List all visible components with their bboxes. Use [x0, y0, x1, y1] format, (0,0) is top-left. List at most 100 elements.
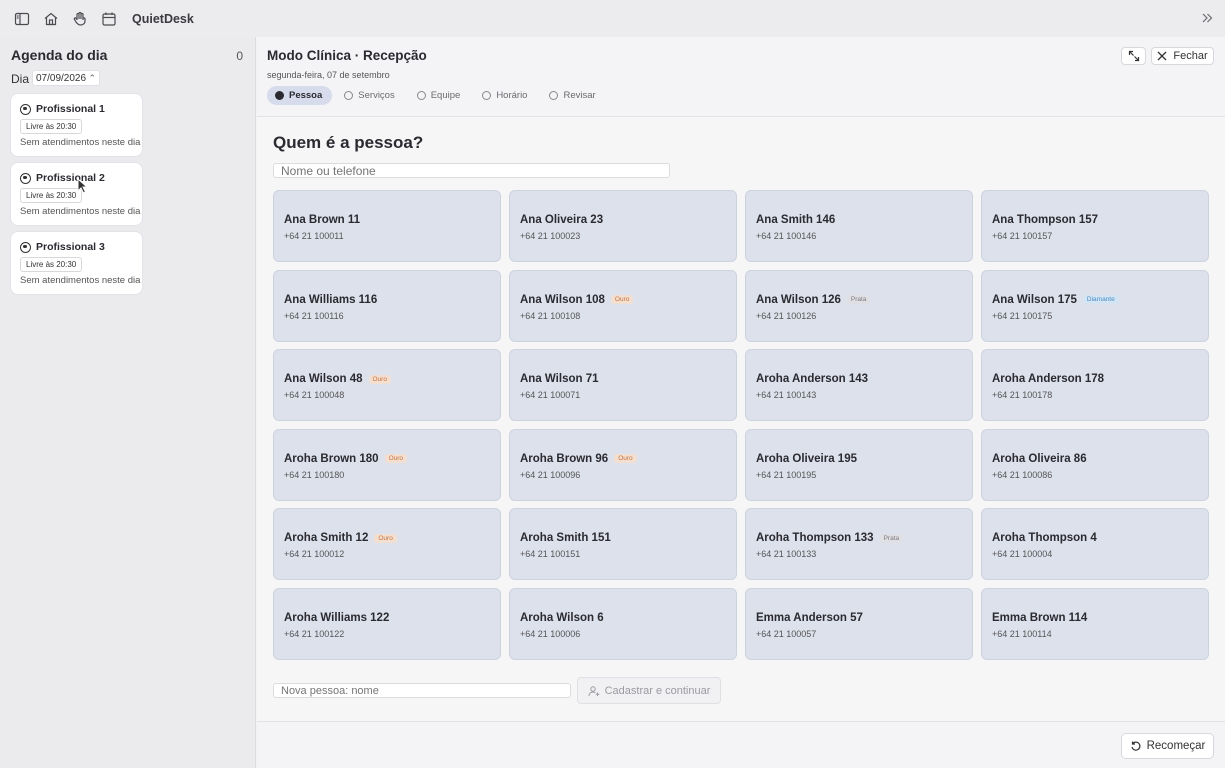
- chevrons-right-icon[interactable]: [1199, 10, 1215, 26]
- person-phone: +64 21 100108: [520, 310, 581, 321]
- person-card[interactable]: Ana Williams 116 +64 21 100116: [273, 269, 501, 342]
- day-date-picker[interactable]: 07/09/2026 ⌃: [32, 70, 100, 86]
- person-card[interactable]: Aroha Wilson 6 +64 21 100006: [509, 587, 737, 660]
- person-card[interactable]: Ana Brown 11 +64 21 100011: [273, 190, 501, 262]
- step-radio-icon: [344, 91, 354, 100]
- person-card[interactable]: Ana Wilson 175 Diamante +64 21 100175: [981, 269, 1209, 342]
- person-card[interactable]: Aroha Brown 180 Ouro +64 21 100180: [273, 428, 501, 501]
- person-phone: +64 21 100012: [284, 549, 345, 560]
- person-phone: +64 21 100023: [520, 231, 581, 241]
- stepper-icon[interactable]: ⌃: [88, 73, 96, 84]
- expand-button[interactable]: [1121, 47, 1146, 65]
- person-phone: +64 21 100126: [756, 310, 817, 321]
- person-card[interactable]: Aroha Oliveira 86 +64 21 100086: [981, 428, 1209, 501]
- person-card[interactable]: Ana Smith 146 +64 21 100146: [745, 190, 973, 262]
- professional-card[interactable]: Profissional 3 Livre às 20:30 Sem atendi…: [11, 232, 142, 294]
- person-phone: +64 21 100175: [992, 310, 1053, 321]
- person-name: Aroha Smith 12: [284, 532, 369, 545]
- app-name: QuietDesk: [132, 11, 194, 26]
- person-card[interactable]: Aroha Thompson 4 +64 21 100004: [981, 508, 1209, 581]
- person-name: Ana Oliveira 23: [520, 214, 604, 226]
- step-pessoa[interactable]: Pessoa: [267, 86, 333, 105]
- professional-name: Profissional 3: [36, 241, 105, 253]
- person-name: Ana Smith 146: [756, 214, 836, 226]
- person-card[interactable]: Aroha Smith 151 +64 21 100151: [509, 508, 737, 581]
- calendar-icon[interactable]: [101, 11, 117, 27]
- register-continue-button[interactable]: Cadastrar e continuar: [577, 677, 721, 704]
- professional-card[interactable]: Profissional 2 Livre às 20:30 Sem atendi…: [11, 163, 142, 225]
- availability-badge: Livre às 20:30: [20, 119, 83, 134]
- person-card[interactable]: Ana Wilson 71 +64 21 100071: [509, 349, 737, 422]
- close-label: Fechar: [1173, 50, 1208, 62]
- radio-target-icon: [20, 103, 31, 115]
- page-date: segunda-feira, 07 de setembro: [267, 70, 390, 80]
- person-name: Aroha Wilson 6: [520, 611, 604, 624]
- tier-badge: Diamante: [1082, 295, 1119, 305]
- step-horario[interactable]: Horário: [474, 86, 537, 105]
- person-card[interactable]: Aroha Anderson 143 +64 21 100143: [745, 349, 973, 422]
- person-card[interactable]: Ana Wilson 126 Prata +64 21 100126: [745, 269, 973, 342]
- person-card[interactable]: Emma Brown 114 +64 21 100114: [981, 587, 1209, 660]
- step-equipe[interactable]: Equipe: [409, 86, 471, 105]
- hand-icon[interactable]: [72, 11, 88, 27]
- person-name: Aroha Smith 151: [520, 532, 611, 545]
- person-card[interactable]: Ana Wilson 48 Ouro +64 21 100048: [273, 349, 501, 422]
- person-phone: +64 21 100133: [756, 549, 817, 560]
- person-phone: +64 21 100057: [756, 628, 817, 639]
- person-card[interactable]: Ana Thompson 157 +64 21 100157: [981, 190, 1209, 262]
- new-person-input[interactable]: [273, 683, 571, 698]
- add-user-icon: [588, 685, 599, 696]
- tier-badge: Ouro: [610, 295, 634, 305]
- person-card[interactable]: Aroha Anderson 178 +64 21 100178: [981, 349, 1209, 422]
- register-label: Cadastrar e continuar: [604, 684, 711, 697]
- panel-header: Modo Clínica · Recepção segunda-feira, 0…: [257, 37, 1225, 117]
- panel-footer: Recomeçar: [257, 721, 1225, 768]
- person-card[interactable]: Aroha Thompson 133 Prata +64 21 100133: [745, 508, 973, 581]
- availability-badge: Livre às 20:30: [20, 257, 83, 272]
- person-phone: +64 21 100116: [284, 310, 344, 321]
- person-name: Aroha Oliveira 86: [992, 452, 1087, 465]
- person-name: Ana Wilson 108: [520, 293, 605, 306]
- step-servicos[interactable]: Serviços: [336, 86, 404, 105]
- availability-badge: Livre às 20:30: [20, 188, 83, 203]
- person-name: Aroha Thompson 133: [756, 532, 874, 545]
- home-icon[interactable]: [43, 11, 59, 27]
- step-revisar[interactable]: Revisar: [541, 86, 605, 105]
- person-name: Aroha Anderson 178: [992, 373, 1105, 386]
- appointment-count: 0: [236, 49, 243, 63]
- person-name: Ana Wilson 175: [992, 293, 1077, 306]
- question-heading: Quem é a pessoa?: [273, 133, 424, 152]
- person-card[interactable]: Ana Wilson 108 Ouro +64 21 100108: [509, 269, 737, 342]
- professional-card[interactable]: Profissional 1 Livre às 20:30 Sem atendi…: [11, 94, 142, 156]
- tier-badge: Ouro: [368, 374, 391, 384]
- step-radio-icon: [482, 91, 492, 100]
- professional-status: Sem atendimentos neste dia: [20, 137, 141, 148]
- tier-badge: Prata: [846, 295, 871, 305]
- person-name: Aroha Anderson 143: [756, 373, 869, 386]
- person-card[interactable]: Aroha Brown 96 Ouro +64 21 100096: [509, 428, 737, 501]
- title-bar: QuietDesk: [0, 0, 1225, 37]
- sidebar-toggle-icon[interactable]: [14, 11, 30, 27]
- person-card[interactable]: Ana Oliveira 23 +64 21 100023: [509, 190, 737, 262]
- person-phone: +64 21 100143: [756, 390, 817, 401]
- day-label: Dia: [11, 72, 30, 86]
- person-phone: +64 21 100122: [284, 628, 345, 639]
- person-card[interactable]: Emma Anderson 57 +64 21 100057: [745, 587, 973, 660]
- close-button[interactable]: Fechar: [1151, 47, 1214, 65]
- wizard-steps: Pessoa Serviços Equipe Horário Revisar: [267, 86, 610, 105]
- professional-status: Sem atendimentos neste dia: [20, 275, 141, 286]
- agenda-sidebar: Agenda do dia 0 Dia 07/09/2026 ⌃ Profiss…: [0, 37, 256, 768]
- search-input[interactable]: [273, 163, 670, 178]
- person-card[interactable]: Aroha Smith 12 Ouro +64 21 100012: [273, 508, 501, 581]
- person-phone: +64 21 100151: [520, 549, 581, 560]
- restart-button[interactable]: Recomeçar: [1121, 733, 1214, 759]
- person-name: Ana Wilson 126: [756, 293, 841, 306]
- mouse-cursor-icon: [77, 178, 89, 194]
- person-card[interactable]: Aroha Oliveira 195 +64 21 100195: [745, 428, 973, 501]
- step-radio-icon: [275, 91, 284, 100]
- person-name: Aroha Oliveira 195: [756, 452, 857, 465]
- person-name: Ana Williams 116: [284, 293, 378, 306]
- person-card[interactable]: Aroha Williams 122 +64 21 100122: [273, 587, 501, 660]
- tier-badge: Ouro: [384, 454, 408, 464]
- page-title: Modo Clínica · Recepção: [267, 48, 427, 63]
